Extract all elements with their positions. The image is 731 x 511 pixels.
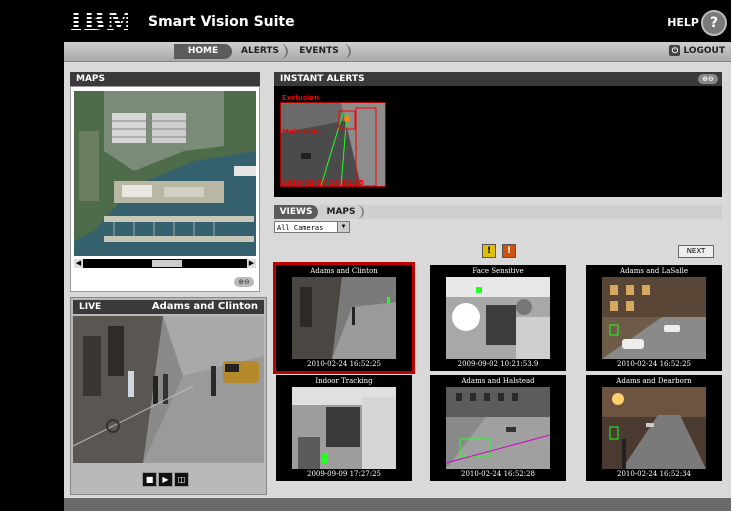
tile-title: Adams and LaSalle	[620, 267, 688, 275]
nav-bar: HOME ALERTS EVENTS ⏻ LOGOUT	[64, 42, 731, 62]
tile-image	[292, 277, 396, 359]
tile-timestamp: 2010-02-24 16:52:25	[306, 360, 382, 368]
camera-tile[interactable]: Adams and Clinton 2010-02-24 16:52:25	[273, 262, 415, 374]
next-button[interactable]: NEXT	[678, 245, 714, 258]
live-title: LIVE	[79, 302, 102, 312]
snapshot-icon[interactable]: ◫	[174, 472, 189, 487]
camera-tile[interactable]: Indoor Tracking 2009-09-09 17:27:25	[276, 375, 412, 481]
camera-tile[interactable]: Face Sensitive 2009-09-02 10:21:53.9	[430, 265, 566, 371]
tile-title: Adams and Halstead	[461, 377, 535, 385]
app-title: Smart Vision Suite	[148, 14, 295, 30]
tile-timestamp: 2010-02-24 16:52:28	[460, 470, 536, 478]
footer-bar	[64, 498, 731, 511]
alarm-icon[interactable]: !	[502, 244, 516, 258]
warning-icon[interactable]: !	[482, 244, 496, 258]
camera-tile[interactable]: Adams and Halstead 2010-02-24 16:52:28	[430, 375, 566, 481]
views-tab-bar: VIEWS MAPS	[274, 205, 722, 219]
alert-sub-label: Main Ent...	[282, 128, 325, 136]
tile-title: Face Sensitive	[472, 267, 524, 275]
satellite-map[interactable]	[74, 91, 256, 256]
top-bar: IBM Smart Vision Suite HELP ?	[64, 0, 731, 42]
power-icon: ⏻	[669, 45, 681, 56]
app-window: IBM Smart Vision Suite HELP ? HOME ALERT…	[64, 0, 731, 511]
tab-alerts[interactable]: ALERTS	[234, 44, 288, 59]
maps-panel-header: MAPS	[70, 72, 260, 86]
alerts-panel-header: INSTANT ALERTS ⊕⊖	[274, 72, 722, 86]
tile-timestamp: 2009-09-02 10:21:53.9	[457, 360, 539, 368]
tile-timestamp: 2010-02-24 16:52:25	[616, 360, 692, 368]
alert-image	[281, 103, 385, 186]
alerts-panel: Exclusion Main Ent... 2010-02-24 16:52:2…	[274, 86, 722, 197]
live-camera-name: Adams and Clinton	[151, 301, 258, 312]
alert-label: Exclusion	[282, 94, 320, 102]
tab-home[interactable]: HOME	[174, 44, 232, 59]
map-horizontal-scrollbar[interactable]: ◀ ▶	[74, 259, 256, 268]
ibm-logo: IBM	[70, 7, 136, 37]
live-panel: LIVE Adams and Clinton ■ ▶ ◫	[70, 297, 267, 495]
logout-label: LOGOUT	[683, 46, 725, 56]
chevron-down-icon[interactable]: ▼	[337, 222, 349, 232]
tile-image	[602, 277, 706, 359]
help-icon[interactable]: ?	[701, 10, 727, 36]
tile-title: Adams and Dearborn	[616, 377, 692, 385]
scrollbar-thumb[interactable]	[152, 260, 182, 267]
satellite-map-image	[74, 91, 256, 256]
live-camera-feed[interactable]	[73, 316, 264, 463]
tile-image	[446, 277, 550, 359]
tile-image	[292, 387, 396, 469]
map-zoom-icon[interactable]: ⊕⊖	[234, 277, 254, 287]
tile-timestamp: 2009-09-09 17:27:25	[306, 470, 382, 478]
tab-views[interactable]: VIEWS	[274, 205, 318, 219]
alert-thumbnail[interactable]	[280, 102, 386, 187]
tile-title: Indoor Tracking	[315, 377, 373, 385]
tab-maps[interactable]: MAPS	[320, 205, 364, 219]
stop-icon[interactable]: ■	[142, 472, 157, 487]
scroll-left-icon[interactable]: ◀	[74, 259, 83, 268]
camera-select-value: All Cameras	[277, 224, 324, 232]
camera-select[interactable]: All Cameras ▼	[274, 221, 350, 233]
alerts-zoom-icon[interactable]: ⊕⊖	[698, 74, 718, 84]
alert-timestamp: 2010-02-24 16:52:25	[282, 179, 365, 187]
tab-events[interactable]: EVENTS	[289, 44, 351, 59]
tile-timestamp: 2010-02-24 16:52:34	[616, 470, 692, 478]
tile-image	[446, 387, 550, 469]
maps-panel: ◀ ▶ ⊕⊖	[70, 86, 260, 292]
camera-tile[interactable]: Adams and LaSalle 2010-02-24 16:52:25	[586, 265, 722, 371]
tile-title: Adams and Clinton	[310, 267, 378, 275]
live-feed-image	[73, 316, 264, 463]
scroll-right-icon[interactable]: ▶	[247, 259, 256, 268]
tile-image	[602, 387, 706, 469]
camera-tile[interactable]: Adams and Dearborn 2010-02-24 16:52:34	[586, 375, 722, 481]
alerts-title: INSTANT ALERTS	[280, 74, 365, 84]
live-panel-header: LIVE Adams and Clinton	[73, 300, 264, 314]
logout-button[interactable]: ⏻ LOGOUT	[669, 44, 725, 59]
play-icon[interactable]: ▶	[158, 472, 173, 487]
help-link[interactable]: HELP	[667, 16, 699, 29]
